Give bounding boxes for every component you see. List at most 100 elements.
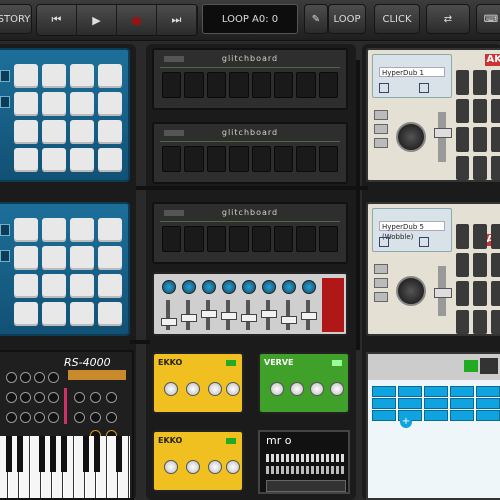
hyperdub-side-button[interactable] <box>374 292 388 302</box>
sequencer-step[interactable] <box>450 386 474 397</box>
drum-pad[interactable] <box>14 92 38 116</box>
pedal-knob[interactable] <box>186 382 200 396</box>
synth-knob[interactable] <box>48 372 59 383</box>
pad-side-button[interactable] <box>0 70 10 82</box>
glitch-pad[interactable] <box>229 226 249 252</box>
module-menu-button[interactable] <box>164 56 184 62</box>
synth-knob[interactable] <box>20 392 31 403</box>
hyperdub-fader[interactable] <box>434 112 452 162</box>
glitch-pad[interactable] <box>296 72 316 98</box>
synth-knob[interactable] <box>48 392 59 403</box>
glitch-pad[interactable] <box>318 146 338 172</box>
synth-knob[interactable] <box>34 392 45 403</box>
mpc-pad[interactable] <box>490 309 500 334</box>
mixer-fader[interactable] <box>201 300 217 330</box>
synth-knob[interactable] <box>6 392 17 403</box>
play-button[interactable]: ▶ <box>77 5 117 35</box>
hyperdub-icon[interactable] <box>379 83 389 93</box>
mixer-knob[interactable] <box>162 280 176 294</box>
drum-pad[interactable] <box>14 148 38 172</box>
drum-pad[interactable] <box>70 64 94 88</box>
glitch-pad[interactable] <box>206 72 227 98</box>
pedal-knob[interactable] <box>164 382 178 396</box>
glitch-pad[interactable] <box>251 146 271 172</box>
drum-pad[interactable] <box>14 246 38 270</box>
drum-pad[interactable] <box>14 302 38 326</box>
record-button[interactable]: ● <box>117 5 157 35</box>
sequencer-step[interactable] <box>398 398 422 409</box>
synth-knob[interactable] <box>106 392 117 403</box>
synth-knob[interactable] <box>90 412 101 423</box>
synth-knob[interactable] <box>34 372 45 383</box>
mpc-pad[interactable] <box>456 98 470 123</box>
history-button[interactable]: STORY <box>0 4 32 34</box>
mixer-knob[interactable] <box>202 280 216 294</box>
mixer-knob[interactable] <box>282 280 296 294</box>
black-key[interactable] <box>39 436 45 472</box>
glitch-pad[interactable] <box>162 226 182 252</box>
mixer-fader[interactable] <box>181 300 197 330</box>
drum-pad[interactable] <box>70 120 94 144</box>
module-menu-button[interactable] <box>164 210 184 216</box>
pedal-knob[interactable] <box>226 460 240 474</box>
pedal-knob[interactable] <box>290 382 304 396</box>
black-key[interactable] <box>83 436 89 472</box>
mpc-pad[interactable] <box>490 252 500 277</box>
drum-pad[interactable] <box>42 64 66 88</box>
mixer-fader[interactable] <box>161 300 177 330</box>
hyperdub-icon[interactable] <box>419 83 429 93</box>
drum-pad[interactable] <box>14 218 38 242</box>
glitch-pad[interactable] <box>296 146 316 172</box>
hyperdub-side-button[interactable] <box>374 124 388 134</box>
glitch-pad[interactable] <box>318 72 338 98</box>
drum-pad[interactable] <box>70 218 94 242</box>
glitch-pad[interactable] <box>229 146 249 172</box>
synth-knob[interactable] <box>34 412 45 423</box>
synth-knob[interactable] <box>74 392 85 403</box>
mpc-pad[interactable] <box>473 224 487 249</box>
drum-pad[interactable] <box>14 274 38 298</box>
drum-pad[interactable] <box>42 92 66 116</box>
drum-pad[interactable] <box>42 274 66 298</box>
swap-button[interactable]: ⇄ <box>426 4 470 34</box>
synth-knob[interactable] <box>90 392 101 403</box>
drum-pad[interactable] <box>70 302 94 326</box>
mpc-pad[interactable] <box>456 224 470 249</box>
drum-pad[interactable] <box>42 148 66 172</box>
synth-knob[interactable] <box>48 412 59 423</box>
drum-pad[interactable] <box>98 64 122 88</box>
mixer-fader[interactable] <box>261 300 277 330</box>
mixer-knob[interactable] <box>262 280 276 294</box>
glitch-pad[interactable] <box>184 72 204 98</box>
drum-pad[interactable] <box>70 148 94 172</box>
hyperdub-icon[interactable] <box>419 237 429 247</box>
synth-knob[interactable] <box>6 412 17 423</box>
drum-pad[interactable] <box>98 274 122 298</box>
drum-pad[interactable] <box>98 120 122 144</box>
mpc-pad[interactable] <box>456 127 470 152</box>
black-key[interactable] <box>17 436 23 472</box>
glitch-pad[interactable] <box>251 226 271 252</box>
glitch-pad[interactable] <box>273 146 294 172</box>
pedal-knob[interactable] <box>330 382 344 396</box>
mpc-pad[interactable] <box>473 252 487 277</box>
drum-pad[interactable] <box>70 92 94 116</box>
drum-pad[interactable] <box>42 246 66 270</box>
synth-knob[interactable] <box>106 412 117 423</box>
sequencer-step[interactable] <box>476 410 500 421</box>
mpc-pad[interactable] <box>490 98 500 123</box>
drum-pad[interactable] <box>42 218 66 242</box>
mpc-pad[interactable] <box>490 281 500 306</box>
synth-knob[interactable] <box>74 412 85 423</box>
black-key[interactable] <box>116 436 122 472</box>
synth-knob[interactable] <box>20 372 31 383</box>
hyperdub-knob[interactable] <box>396 276 426 306</box>
mpc-pad[interactable] <box>473 309 487 334</box>
pad-side-button[interactable] <box>0 224 10 236</box>
hyperdub-side-button[interactable] <box>374 110 388 120</box>
mixer-knob[interactable] <box>242 280 256 294</box>
mpc-pad[interactable] <box>473 281 487 306</box>
mixer-knob[interactable] <box>222 280 236 294</box>
click-button[interactable]: CLICK <box>374 4 420 34</box>
black-key[interactable] <box>94 436 100 472</box>
